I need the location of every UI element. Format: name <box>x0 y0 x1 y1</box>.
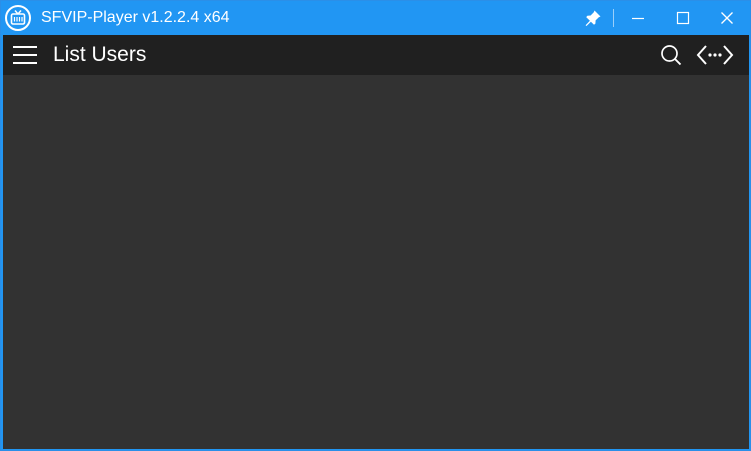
pin-icon <box>585 10 601 26</box>
maximize-icon <box>676 11 690 25</box>
search-button[interactable] <box>657 43 685 67</box>
maximize-button[interactable] <box>668 1 698 35</box>
close-button[interactable] <box>712 1 742 35</box>
app-logo-icon <box>5 5 31 31</box>
app-window: SFVIP-Player v1.2.2.4 x64 List Users <box>0 0 751 451</box>
pin-button[interactable] <box>579 1 607 35</box>
window-title: SFVIP-Player v1.2.2.4 x64 <box>41 9 230 26</box>
user-list-area <box>3 75 749 449</box>
network-button[interactable] <box>695 43 735 67</box>
title-bar[interactable]: SFVIP-Player v1.2.2.4 x64 <box>1 1 750 35</box>
network-connection-icon <box>696 45 734 65</box>
hamburger-menu-icon <box>13 46 37 64</box>
search-icon <box>661 45 682 66</box>
close-icon <box>721 12 733 24</box>
minimize-icon <box>632 17 644 20</box>
page-title: List Users <box>53 43 147 66</box>
menu-button[interactable] <box>11 43 39 67</box>
minimize-button[interactable] <box>623 1 653 35</box>
app-bar: List Users <box>3 35 749 75</box>
titlebar-separator <box>613 9 614 27</box>
